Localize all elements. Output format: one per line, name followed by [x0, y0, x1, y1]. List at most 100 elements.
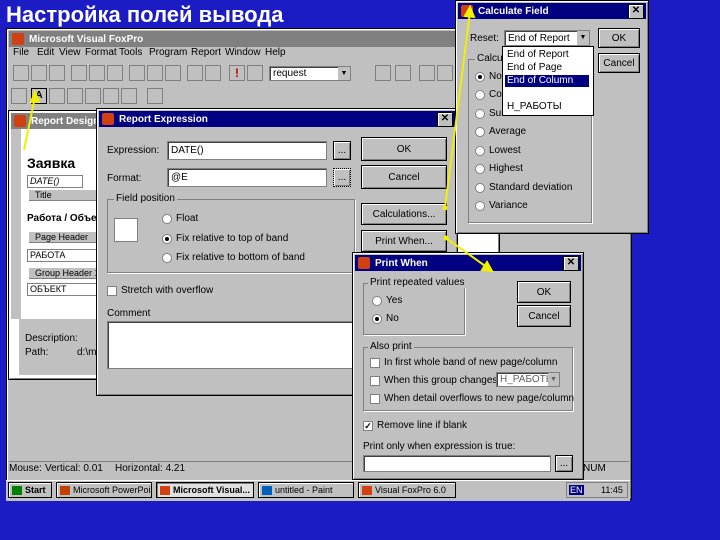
stretch-checkbox[interactable]	[107, 286, 117, 296]
calc-option-highest[interactable]	[475, 164, 485, 174]
calc-option-stddev[interactable]	[475, 183, 485, 193]
reset-combo[interactable]: End of Report ▼	[504, 30, 590, 46]
lock-icon[interactable]	[147, 88, 163, 104]
calc-option-count[interactable]	[475, 90, 485, 100]
dropdown-option[interactable]: Н_РАБОТЫ	[505, 101, 589, 113]
band-page-header[interactable]: Page Header	[29, 231, 105, 243]
comment-textarea[interactable]	[107, 321, 353, 369]
format-input[interactable]: @E	[167, 168, 327, 187]
task-visual-foxpro[interactable]: Microsoft Visual...	[156, 482, 254, 498]
windows-logo-icon	[12, 486, 22, 495]
expression-label: Expression:	[107, 145, 160, 156]
menu-program[interactable]: Program	[149, 47, 187, 58]
modify-form-icon[interactable]	[247, 65, 263, 81]
radio-float[interactable]	[162, 214, 172, 224]
rounded-rectangle-tool-icon[interactable]	[103, 88, 119, 104]
radio-repeat-yes[interactable]	[372, 296, 382, 306]
menu-help[interactable]: Help	[265, 47, 286, 58]
preview-icon[interactable]	[89, 65, 105, 81]
ok-button[interactable]: OK	[361, 137, 447, 161]
group-combo[interactable]: Н_РАБОТЫ ▼	[496, 372, 560, 387]
menu-view[interactable]: View	[59, 47, 81, 58]
paste-icon[interactable]	[165, 65, 181, 81]
rabota-field-control[interactable]: РАБОТА	[27, 249, 101, 262]
rabota-label[interactable]: Работа / Объект	[27, 213, 107, 224]
field-tool-icon[interactable]	[49, 88, 65, 104]
task-powerpoint[interactable]: Microsoft PowerPoi...	[56, 482, 152, 498]
cut-icon[interactable]	[129, 65, 145, 81]
rectangle-tool-icon[interactable]	[85, 88, 101, 104]
save-icon[interactable]	[49, 65, 65, 81]
dropdown-option[interactable]: End of Report	[505, 49, 589, 61]
menu-format[interactable]: Format	[85, 47, 117, 58]
toolbar-icon-a[interactable]	[437, 65, 453, 81]
calc-ok-button[interactable]: OK	[598, 28, 640, 48]
report-expression-title: Report Expression	[119, 113, 208, 125]
chk-remove-line[interactable]: ✓	[363, 421, 373, 431]
command-window-icon[interactable]	[375, 65, 391, 81]
run-icon[interactable]: !	[229, 65, 245, 81]
menu-file[interactable]: File	[13, 47, 29, 58]
chk-group-changes[interactable]	[370, 376, 380, 386]
close-icon[interactable]: ✕	[628, 4, 644, 19]
label-tool-icon[interactable]: A	[31, 88, 47, 104]
cancel-button[interactable]: Cancel	[361, 165, 447, 189]
chevron-down-icon[interactable]: ▼	[577, 31, 589, 45]
open-icon[interactable]	[31, 65, 47, 81]
print-icon[interactable]	[71, 65, 87, 81]
spell-icon[interactable]	[107, 65, 123, 81]
print-when-button[interactable]: Print When...	[361, 230, 447, 252]
redo-icon[interactable]	[205, 65, 221, 81]
chevron-down-icon[interactable]: ▼	[338, 67, 350, 80]
print-when-cancel-button[interactable]: Cancel	[517, 305, 571, 327]
task-powerpoint-label: Microsoft PowerPoi...	[73, 485, 152, 495]
date-field-control[interactable]: DATE()	[27, 175, 83, 188]
task-paint[interactable]: untitled - Paint	[258, 482, 354, 498]
band-group-header[interactable]: Group Header 1	[29, 267, 105, 279]
dropdown-option[interactable]: End of Page	[505, 62, 589, 74]
task-vfp6[interactable]: Visual FoxPro 6.0	[358, 482, 456, 498]
data-session-icon[interactable]	[395, 65, 411, 81]
band-title[interactable]: Title	[29, 189, 105, 201]
undo-icon[interactable]	[187, 65, 203, 81]
calc-cancel-button[interactable]: Cancel	[598, 53, 640, 73]
dropdown-option-selected[interactable]: End of Column	[505, 75, 589, 87]
reset-combo-value: End of Report	[508, 32, 570, 44]
pointer-icon[interactable]	[11, 88, 27, 104]
menu-report[interactable]: Report	[191, 47, 221, 58]
radio-fix-top[interactable]	[162, 234, 172, 244]
chevron-down-icon[interactable]: ▼	[548, 373, 559, 386]
line-tool-icon[interactable]	[67, 88, 83, 104]
calc-option-lowest[interactable]	[475, 146, 485, 156]
format-builder-button[interactable]: ...	[333, 168, 351, 187]
print-when-ok-button[interactable]: OK	[517, 281, 571, 303]
calc-option-sum[interactable]	[475, 109, 485, 119]
new-icon[interactable]	[13, 65, 29, 81]
wizard-icon[interactable]	[419, 65, 435, 81]
calculations-button[interactable]: Calculations...	[361, 203, 447, 225]
chk-detail-overflows[interactable]	[370, 394, 380, 404]
menu-tools[interactable]: Tools	[119, 47, 142, 58]
report-title-label[interactable]: Заявка	[27, 155, 75, 171]
picture-tool-icon[interactable]	[121, 88, 137, 104]
foxpro-icon	[102, 113, 114, 125]
copy-icon[interactable]	[147, 65, 163, 81]
close-icon[interactable]: ✕	[563, 256, 579, 271]
toolbar-combo[interactable]: request ▼	[269, 66, 351, 81]
calc-option-variance[interactable]	[475, 201, 485, 211]
print-expression-builder-button[interactable]: ...	[555, 455, 573, 472]
close-icon[interactable]: ✕	[437, 112, 453, 127]
expression-input[interactable]: DATE()	[167, 141, 327, 160]
obekt-field-control[interactable]: ОБЪЕКТ	[27, 283, 101, 296]
menu-window[interactable]: Window	[225, 47, 261, 58]
radio-repeat-no[interactable]	[372, 314, 382, 324]
radio-fix-bottom[interactable]	[162, 253, 172, 263]
expression-builder-button[interactable]: ...	[333, 141, 351, 160]
calc-option-average[interactable]	[475, 127, 485, 137]
menu-edit[interactable]: Edit	[37, 47, 54, 58]
print-expression-input[interactable]	[363, 455, 551, 472]
calc-option-nothing[interactable]	[475, 72, 485, 82]
chk-first-whole-band[interactable]	[370, 358, 380, 368]
tray-language[interactable]: EN	[569, 485, 584, 495]
start-button[interactable]: Start	[8, 482, 52, 498]
